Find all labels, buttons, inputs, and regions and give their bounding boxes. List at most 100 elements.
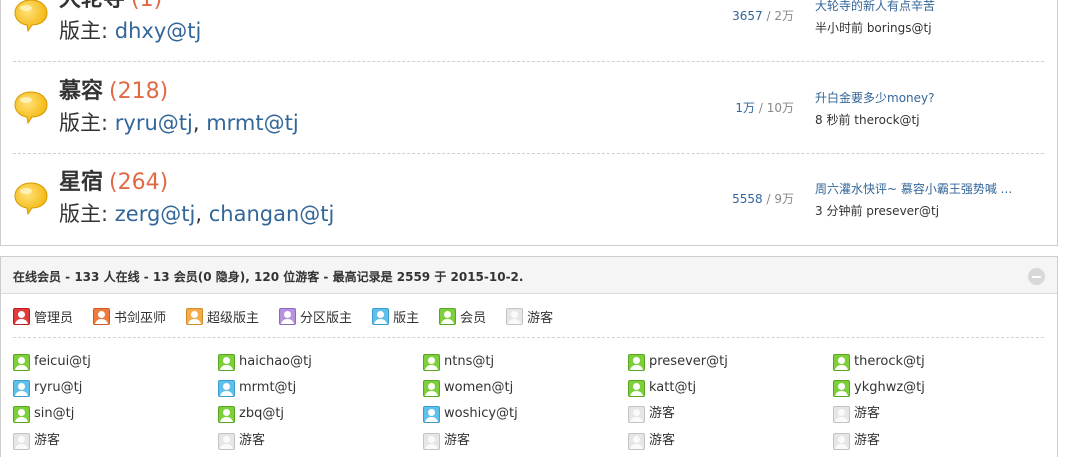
user-group-icon: [506, 308, 524, 325]
user-icon: [628, 379, 645, 397]
user-name: 游客: [239, 433, 266, 448]
user-name: zbq@tj: [239, 406, 285, 421]
legend-label: 书剑巫师: [114, 311, 167, 326]
guest-item: 游客: [833, 432, 880, 452]
last-post-title-link[interactable]: 周六灌水快评~ 慕容小霸王强势喊 ...: [815, 180, 1012, 197]
moderator-link[interactable]: dhxy@tj: [115, 19, 202, 43]
forum-last-post: 周六灌水快评~ 慕容小霸王强势喊 ... 3 分钟前 presever@tj: [815, 180, 1012, 219]
last-post-meta: 半小时前 borings@tj: [815, 21, 932, 35]
last-post-title-link[interactable]: 升白金要多少money?: [815, 89, 935, 106]
forum-post-count: 5558: [732, 192, 763, 206]
forum-name-link[interactable]: 星宿: [59, 170, 103, 195]
stats-separator: /: [755, 101, 767, 115]
forum-bubble-icon: [13, 181, 49, 216]
user-group-icon: [186, 308, 204, 325]
online-user-link[interactable]: katt@tj: [628, 379, 696, 399]
forum-stats: 3657 / 2万: [732, 7, 794, 24]
user-icon: [833, 353, 850, 371]
forum-today-count: (218): [109, 79, 169, 104]
online-user-link[interactable]: woshicy@tj: [423, 405, 518, 425]
user-group-icon: [93, 308, 111, 325]
user-group-icon: [279, 308, 297, 325]
moderators-label: 版主:: [59, 111, 115, 135]
user-icon: [628, 405, 645, 423]
user-icon: [218, 379, 235, 397]
moderator-link[interactable]: ryru@tj: [115, 111, 193, 135]
user-icon: [423, 432, 440, 450]
stats-separator: /: [762, 192, 775, 206]
forum-row-divider: [13, 153, 1044, 154]
forum-post-count: 3657: [732, 9, 763, 23]
user-name: sin@tj: [34, 406, 75, 421]
online-user-link[interactable]: feicui@tj: [13, 353, 91, 373]
moderator-link[interactable]: changan@tj: [209, 202, 335, 226]
guest-item: 游客: [423, 432, 470, 452]
forum-today-count: (264): [109, 170, 169, 195]
user-name: women@tj: [444, 380, 514, 395]
user-icon: [628, 353, 645, 371]
user-icon: [13, 353, 30, 371]
forum-name-link[interactable]: 大轮寺: [59, 0, 125, 12]
guest-item: 游客: [628, 405, 675, 425]
moderators-label: 版主:: [59, 202, 115, 226]
user-icon: [13, 379, 30, 397]
legend-label: 会员: [460, 311, 487, 326]
user-icon: [833, 405, 850, 423]
online-members-header[interactable]: 在线会员 - 133 人在线 - 13 会员(0 隐身), 120 位游客 - …: [1, 257, 1057, 294]
user-group-icon: [13, 308, 30, 325]
forum-stats: 5558 / 9万: [732, 190, 794, 207]
online-user-link[interactable]: zbq@tj: [218, 405, 284, 425]
user-name: 游客: [854, 406, 881, 421]
last-post-meta: 3 分钟前 presever@tj: [815, 204, 940, 218]
forum-row: 慕容 (218) 版主: ryru@tj, mrmt@tj 1万 / 10万 升白金要多…: [1, 60, 1057, 150]
user-name: ryru@tj: [34, 380, 83, 395]
forum-thread-count: 10万: [766, 101, 794, 115]
forum-thread-count: 2万: [774, 9, 794, 23]
moderator-link[interactable]: mrmt@tj: [206, 111, 298, 135]
forum-moderators: 版主: dhxy@tj: [59, 15, 201, 45]
forum-list: 大轮寺 (1) 版主: dhxy@tj 3657 / 2万 大轮寺的新人有点辛苦半小时前…: [0, 0, 1058, 246]
user-icon: [423, 353, 440, 371]
user-name: mrmt@tj: [239, 380, 297, 395]
moderator-link[interactable]: zerg@tj: [115, 202, 196, 226]
user-name: 游客: [34, 433, 61, 448]
online-user-link[interactable]: sin@tj: [13, 405, 74, 425]
user-name: 游客: [444, 433, 471, 448]
online-user-link[interactable]: ykghwz@tj: [833, 379, 925, 399]
user-icon: [833, 432, 850, 450]
forum-today-count: (1): [131, 0, 162, 12]
online-user-link[interactable]: therock@tj: [833, 353, 925, 373]
user-name: ykghwz@tj: [854, 380, 925, 395]
online-user-link[interactable]: ryru@tj: [13, 379, 82, 399]
legend-label: 分区版主: [300, 311, 353, 326]
last-post-title-link[interactable]: 大轮寺的新人有点辛苦: [815, 0, 935, 14]
online-user-link[interactable]: mrmt@tj: [218, 379, 296, 399]
user-icon: [218, 432, 235, 450]
user-name: ntns@tj: [444, 354, 495, 369]
online-user-link[interactable]: presever@tj: [628, 353, 728, 373]
user-icon: [218, 353, 235, 371]
legend-item: 会员: [439, 307, 486, 326]
legend-label: 超级版主: [207, 311, 260, 326]
online-user-link[interactable]: women@tj: [423, 379, 513, 399]
user-icon: [218, 405, 235, 423]
forum-row: 大轮寺 (1) 版主: dhxy@tj 3657 / 2万 大轮寺的新人有点辛苦半小时前…: [1, 0, 1057, 58]
legend-label: 管理员: [34, 311, 74, 326]
stats-separator: /: [762, 9, 775, 23]
legend-item: 版主: [372, 307, 419, 326]
user-name: 游客: [649, 433, 676, 448]
user-icon: [13, 432, 30, 450]
user-name: 游客: [649, 406, 676, 421]
guest-item: 游客: [218, 432, 265, 452]
online-user-link[interactable]: haichao@tj: [218, 353, 312, 373]
user-icon: [13, 405, 30, 423]
collapse-icon[interactable]: [1028, 268, 1045, 285]
online-members-panel: 在线会员 - 133 人在线 - 13 会员(0 隐身), 120 位游客 - …: [0, 256, 1058, 457]
online-user-link[interactable]: ntns@tj: [423, 353, 494, 373]
legend-divider: [13, 337, 1044, 338]
last-post-meta: 8 秒前 therock@tj: [815, 113, 920, 127]
forum-title: 大轮寺 (1): [59, 0, 162, 13]
forum-stats: 1万 / 10万: [735, 99, 794, 116]
forum-name-link[interactable]: 慕容: [59, 79, 103, 104]
user-name: woshicy@tj: [444, 406, 518, 421]
